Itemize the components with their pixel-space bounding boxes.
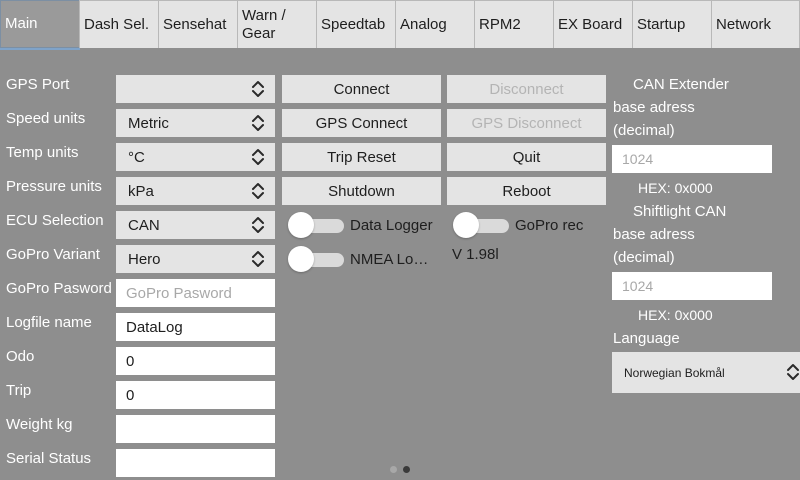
data-logger-label: Data Logger xyxy=(350,217,433,234)
trip-label: Trip xyxy=(6,382,32,399)
ecu-selection-label: ECU Selection xyxy=(6,212,104,229)
updown-chevron-icon xyxy=(252,81,264,97)
tab-network[interactable]: Network xyxy=(711,0,800,48)
gopro-variant-value: Hero xyxy=(128,250,161,268)
gopro-variant-label: GoPro Variant xyxy=(6,246,100,263)
quit-button[interactable]: Quit xyxy=(447,143,606,171)
speed-units-value: Metric xyxy=(128,114,169,132)
shiftlight-can-subtitle: base adress xyxy=(613,226,695,243)
gps-port-select[interactable] xyxy=(116,75,275,103)
gopro-rec-label: GoPro rec xyxy=(515,217,584,234)
gopro-password-label: GoPro Pasword xyxy=(6,280,112,297)
gps-connect-button[interactable]: GPS Connect xyxy=(282,109,441,137)
data-logger-switch[interactable] xyxy=(288,212,346,238)
tab-main[interactable]: Main xyxy=(0,0,80,48)
version-label: V 1.98l xyxy=(452,246,499,263)
gopro-variant-select[interactable]: Hero xyxy=(116,245,275,273)
connect-button[interactable]: Connect xyxy=(282,75,441,103)
language-label: Language xyxy=(613,330,680,347)
tab-warn-gear[interactable]: Warn / Gear xyxy=(237,0,317,48)
language-select[interactable]: Norwegian Bokmål xyxy=(612,352,800,393)
tab-rpm2[interactable]: RPM2 xyxy=(474,0,554,48)
pressure-units-select[interactable]: kPa xyxy=(116,177,275,205)
serial-status-field xyxy=(116,449,275,477)
gps-disconnect-button[interactable]: GPS Disconnect xyxy=(447,109,606,137)
logfile-name-input[interactable]: DataLog xyxy=(116,313,275,341)
weight-input[interactable] xyxy=(116,415,275,443)
shiftlight-can-input[interactable]: 1024 xyxy=(612,272,772,300)
updown-chevron-icon xyxy=(252,251,264,267)
gps-port-label: GPS Port xyxy=(6,76,70,93)
shutdown-button[interactable]: Shutdown xyxy=(282,177,441,205)
temp-units-value: °C xyxy=(128,148,145,166)
nmea-log-label: NMEA Lo… xyxy=(350,251,429,268)
trip-reset-button[interactable]: Trip Reset xyxy=(282,143,441,171)
can-extender-title: CAN Extender xyxy=(633,76,729,93)
gopro-password-input[interactable]: GoPro Pasword xyxy=(116,279,275,307)
shiftlight-can-decimal: (decimal) xyxy=(613,249,675,266)
logfile-name-label: Logfile name xyxy=(6,314,92,331)
pressure-units-label: Pressure units xyxy=(6,178,102,195)
switch-knob xyxy=(288,212,314,238)
switch-knob xyxy=(453,212,479,238)
pressure-units-value: kPa xyxy=(128,182,154,200)
updown-chevron-icon xyxy=(787,364,799,380)
ecu-selection-select[interactable]: CAN xyxy=(116,211,275,239)
can-extender-hex: HEX: 0x000 xyxy=(638,180,713,196)
can-extender-subtitle: base adress xyxy=(613,99,695,116)
temp-units-select[interactable]: °C xyxy=(116,143,275,171)
odo-label: Odo xyxy=(6,348,35,365)
tab-sensehat[interactable]: Sensehat xyxy=(158,0,238,48)
page-indicator-dot-1[interactable] xyxy=(390,466,397,473)
updown-chevron-icon xyxy=(252,183,264,199)
updown-chevron-icon xyxy=(252,115,264,131)
switch-knob xyxy=(288,246,314,272)
active-tab-indicator xyxy=(0,48,80,50)
updown-chevron-icon xyxy=(252,217,264,233)
tab-bar: Main Dash Sel. Sensehat Warn / Gear Spee… xyxy=(0,0,800,50)
odo-input[interactable]: 0 xyxy=(116,347,275,375)
language-value: Norwegian Bokmål xyxy=(624,365,725,380)
tab-ex-board[interactable]: EX Board xyxy=(553,0,633,48)
trip-input[interactable]: 0 xyxy=(116,381,275,409)
tab-startup[interactable]: Startup xyxy=(632,0,712,48)
speed-units-select[interactable]: Metric xyxy=(116,109,275,137)
reboot-button[interactable]: Reboot xyxy=(447,177,606,205)
disconnect-button[interactable]: Disconnect xyxy=(447,75,606,103)
shiftlight-can-title: Shiftlight CAN xyxy=(633,203,727,220)
nmea-log-switch[interactable] xyxy=(288,246,346,272)
page-indicator-dot-2[interactable] xyxy=(403,466,410,473)
can-extender-input[interactable]: 1024 xyxy=(612,145,772,173)
serial-status-label: Serial Status xyxy=(6,450,92,467)
temp-units-label: Temp units xyxy=(6,144,79,161)
weight-label: Weight kg xyxy=(6,416,73,433)
tab-dash-sel[interactable]: Dash Sel. xyxy=(79,0,159,48)
gopro-rec-switch[interactable] xyxy=(453,212,511,238)
tab-speedtab[interactable]: Speedtab xyxy=(316,0,396,48)
ecu-selection-value: CAN xyxy=(128,216,160,234)
tab-analog[interactable]: Analog xyxy=(395,0,475,48)
shiftlight-can-hex: HEX: 0x000 xyxy=(638,307,713,323)
can-extender-decimal: (decimal) xyxy=(613,122,675,139)
speed-units-label: Speed units xyxy=(6,110,86,127)
updown-chevron-icon xyxy=(252,149,264,165)
